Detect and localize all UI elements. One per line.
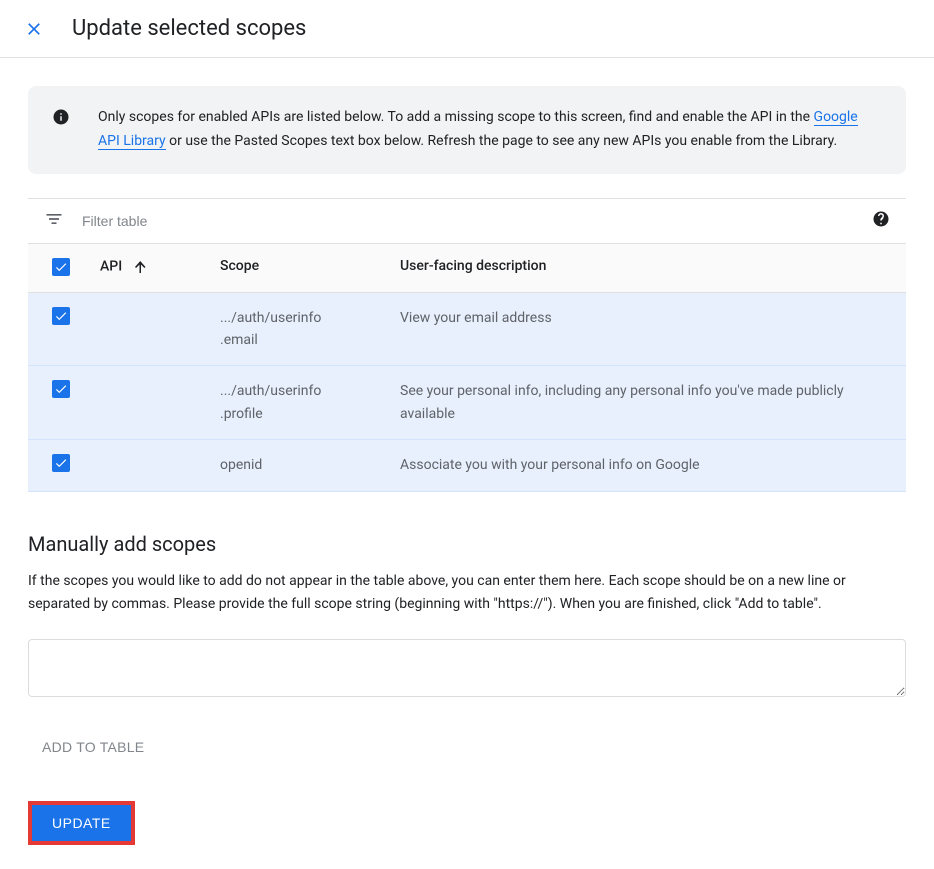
dialog-header: Update selected scopes bbox=[0, 0, 934, 58]
row-checkbox[interactable] bbox=[52, 307, 70, 325]
header-description[interactable]: User-facing description bbox=[388, 244, 906, 293]
manual-scopes-text: If the scopes you would like to add do n… bbox=[28, 570, 906, 618]
header-api[interactable]: API bbox=[88, 244, 208, 293]
cell-scope: .../auth/userinfo .email bbox=[208, 292, 388, 366]
header-scope[interactable]: Scope bbox=[208, 244, 388, 293]
cell-api bbox=[88, 440, 208, 491]
dialog-title: Update selected scopes bbox=[72, 16, 306, 41]
filter-bar bbox=[28, 198, 906, 244]
row-checkbox[interactable] bbox=[52, 380, 70, 398]
help-icon[interactable] bbox=[872, 210, 890, 232]
cell-description: View your email address bbox=[388, 292, 906, 366]
update-button[interactable]: UPDATE bbox=[32, 805, 131, 841]
filter-icon[interactable] bbox=[44, 209, 64, 233]
info-banner: Only scopes for enabled APIs are listed … bbox=[28, 86, 906, 174]
cell-description: See your personal info, including any pe… bbox=[388, 366, 906, 440]
info-text-before: Only scopes for enabled APIs are listed … bbox=[98, 109, 814, 125]
cell-scope: openid bbox=[208, 440, 388, 491]
update-highlight: UPDATE bbox=[28, 801, 135, 845]
cell-description: Associate you with your personal info on… bbox=[388, 440, 906, 491]
info-text-after: or use the Pasted Scopes text box below.… bbox=[166, 133, 838, 149]
cell-scope: .../auth/userinfo .profile bbox=[208, 366, 388, 440]
row-checkbox[interactable] bbox=[52, 454, 70, 472]
header-checkbox-cell bbox=[28, 244, 88, 293]
table-row: .../auth/userinfo .email View your email… bbox=[28, 292, 906, 366]
select-all-checkbox[interactable] bbox=[52, 258, 70, 276]
sort-ascending-icon bbox=[132, 258, 150, 276]
add-to-table-button[interactable]: ADD TO TABLE bbox=[28, 729, 158, 765]
manual-scopes-textarea[interactable] bbox=[28, 639, 906, 697]
table-row: openid Associate you with your personal … bbox=[28, 440, 906, 491]
cell-api bbox=[88, 366, 208, 440]
cell-api bbox=[88, 292, 208, 366]
info-icon bbox=[52, 106, 70, 154]
manual-scopes-title: Manually add scopes bbox=[28, 532, 906, 556]
table-row: .../auth/userinfo .profile See your pers… bbox=[28, 366, 906, 440]
filter-input[interactable] bbox=[82, 213, 854, 229]
info-text: Only scopes for enabled APIs are listed … bbox=[98, 106, 882, 154]
scopes-table: API Scope User-facing description .../au… bbox=[28, 244, 906, 492]
dialog-footer: UPDATE bbox=[0, 793, 934, 869]
close-icon[interactable] bbox=[24, 19, 44, 39]
